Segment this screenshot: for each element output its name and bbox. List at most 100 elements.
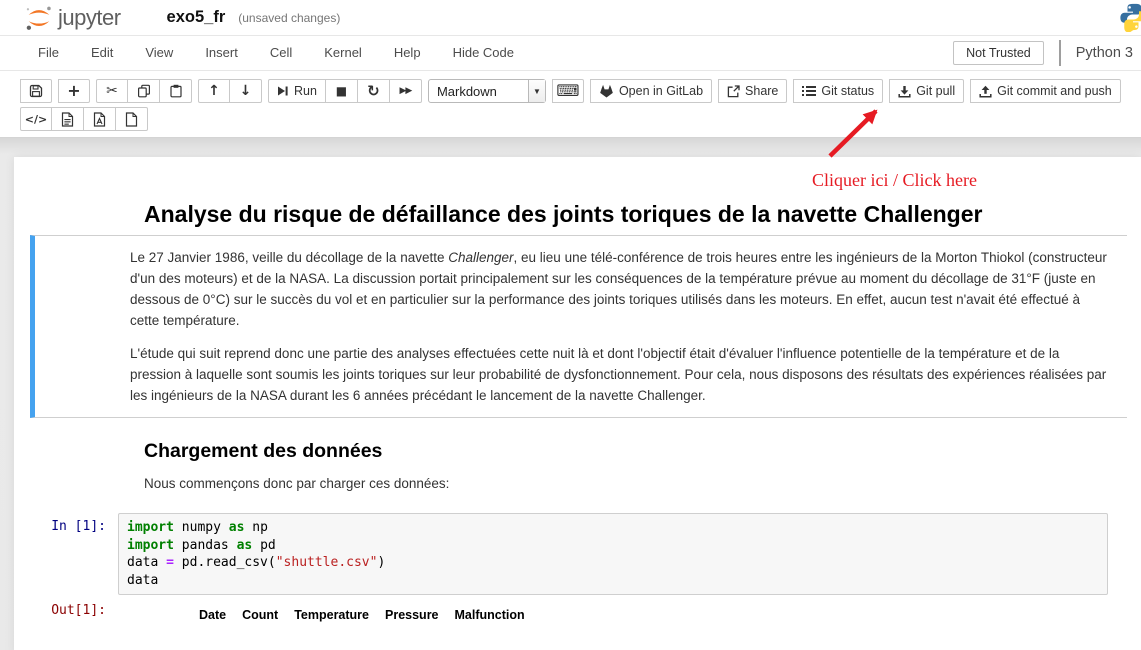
menu-cell[interactable]: Cell <box>254 36 308 70</box>
menu-help[interactable]: Help <box>378 36 437 70</box>
code-token: as <box>237 538 253 553</box>
menu-view[interactable]: View <box>129 36 189 70</box>
menu-file[interactable]: File <box>22 36 75 70</box>
menu-edit[interactable]: Edit <box>75 36 129 70</box>
move-cell-up-button[interactable]: ↑ <box>198 79 230 103</box>
code-input-area[interactable]: import numpy as npimport pandas as pddat… <box>118 513 1108 595</box>
output-cell: Out[1]: Date Count Temperature Pressure … <box>14 601 1141 625</box>
intro-p1-italic: Challenger <box>448 250 513 265</box>
table-header-cell: Date <box>191 605 234 625</box>
git-pull-label: Git pull <box>916 84 955 98</box>
restart-run-all-button[interactable]: ▶▶ <box>390 79 422 103</box>
gitlab-icon <box>599 84 614 98</box>
stop-kernel-button[interactable]: ■ <box>326 79 358 103</box>
menubar: File Edit View Insert Cell Kernel Help H… <box>0 36 1141 71</box>
upload-icon <box>979 85 992 98</box>
restart-kernel-button[interactable]: ↻ <box>358 79 390 103</box>
document-pdf-icon <box>93 112 106 127</box>
keyboard-icon: ⌨ <box>556 83 579 99</box>
python-logo-icon <box>1118 2 1141 32</box>
menu-hide-code[interactable]: Hide Code <box>437 36 530 70</box>
jupyter-logo-text: jupyter <box>58 5 121 31</box>
table-header-cell: Count <box>234 605 286 625</box>
notebook-page: Analyse du risque de défaillance des joi… <box>14 157 1141 650</box>
open-in-gitlab-label: Open in GitLab <box>619 84 703 98</box>
menu-insert[interactable]: Insert <box>189 36 254 70</box>
fast-forward-icon: ▶▶ <box>400 87 412 96</box>
chevron-down-icon: ▼ <box>528 80 545 102</box>
move-cell-down-button[interactable]: ↓ <box>230 79 262 103</box>
toolbar-row-2: </> <box>20 107 1141 131</box>
run-cell-button[interactable]: Run <box>268 79 326 103</box>
code-token: data <box>127 573 158 588</box>
intro-paragraph-1: Le 27 Janvier 1986, veille du décollage … <box>130 247 1110 331</box>
list-icon <box>802 85 816 97</box>
section-title: Chargement des données <box>144 440 1141 463</box>
kernel-name: Python 3 <box>1076 45 1133 61</box>
export-pdf-button[interactable] <box>84 107 116 131</box>
code-cell: In [1]: import numpy as npimport pandas … <box>14 513 1141 595</box>
copy-icon <box>137 84 151 98</box>
run-label: Run <box>294 84 317 98</box>
notebook-body-area: Analyse du risque de défaillance des joi… <box>0 138 1141 650</box>
arrow-up-icon: ↑ <box>208 84 220 98</box>
git-commit-push-label: Git commit and push <box>997 84 1112 98</box>
code-icon: </> <box>25 114 47 125</box>
table-header-cell: Temperature <box>286 605 377 625</box>
paste-cell-button[interactable] <box>160 79 192 103</box>
download-icon <box>898 85 911 98</box>
arrow-down-icon: ↓ <box>240 84 252 98</box>
code-token: numpy <box>174 520 229 535</box>
output-dataframe-table: Date Count Temperature Pressure Malfunct… <box>191 605 533 625</box>
menu-kernel[interactable]: Kernel <box>308 36 378 70</box>
notebook-title[interactable]: exo5_fr <box>167 8 226 27</box>
jupyter-notebook-app: jupyter exo5_fr (unsaved changes) File E… <box>0 0 1141 650</box>
restart-icon: ↻ <box>367 84 380 99</box>
plus-icon: + <box>67 83 80 99</box>
not-trusted-button[interactable]: Not Trusted <box>953 41 1044 65</box>
document-text-icon <box>61 112 74 127</box>
add-cell-button[interactable]: + <box>58 79 90 103</box>
share-button[interactable]: Share <box>718 79 787 103</box>
code-token: import <box>127 520 174 535</box>
export-blank-button[interactable] <box>116 107 148 131</box>
cut-cell-button[interactable]: ✂ <box>96 79 128 103</box>
git-pull-button[interactable]: Git pull <box>889 79 964 103</box>
code-token: pd.read_csv( <box>174 555 276 570</box>
code-token: = <box>166 555 174 570</box>
intro-blockquote: Le 27 Janvier 1986, veille du décollage … <box>30 235 1127 418</box>
annotation-arrow <box>818 98 900 162</box>
toggle-code-button[interactable]: </> <box>20 107 52 131</box>
code-line: import numpy as np <box>127 519 1099 537</box>
code-editor: import numpy as npimport pandas as pddat… <box>127 519 1099 589</box>
jupyter-logo-icon <box>24 3 54 33</box>
code-line: data = pd.read_csv("shuttle.csv") <box>127 554 1099 572</box>
code-token: pd <box>252 538 275 553</box>
copy-cell-button[interactable] <box>128 79 160 103</box>
annotation-text: Cliquer ici / Click here <box>812 170 1032 191</box>
intro-p1-before: Le 27 Janvier 1986, veille du décollage … <box>130 250 448 265</box>
code-line: import pandas as pd <box>127 537 1099 555</box>
toolbar: + ✂ ↑ ↓ <box>0 71 1141 138</box>
jupyter-logo[interactable]: jupyter <box>24 3 121 33</box>
code-token: import <box>127 538 174 553</box>
section-intro-text: Nous commençons donc par charger ces don… <box>144 476 1141 491</box>
open-in-gitlab-button[interactable]: Open in GitLab <box>590 79 712 103</box>
menubar-right: Not Trusted Python 3 <box>953 40 1133 66</box>
code-token: as <box>229 520 245 535</box>
cell-type-value: Markdown <box>429 80 528 102</box>
paste-icon <box>169 84 183 98</box>
cell-type-select[interactable]: Markdown ▼ <box>428 79 546 103</box>
git-status-label: Git status <box>821 84 874 98</box>
share-icon <box>727 85 740 98</box>
toolbar-row-1: + ✂ ↑ ↓ <box>20 79 1141 103</box>
command-palette-button[interactable]: ⌨ <box>552 79 584 103</box>
save-button[interactable] <box>20 79 52 103</box>
save-icon <box>29 84 43 98</box>
scissors-icon: ✂ <box>106 84 118 98</box>
input-prompt: In [1]: <box>14 513 112 595</box>
export-document-button[interactable] <box>52 107 84 131</box>
step-forward-icon <box>277 85 289 97</box>
git-commit-push-button[interactable]: Git commit and push <box>970 79 1121 103</box>
code-line: data <box>127 572 1099 590</box>
